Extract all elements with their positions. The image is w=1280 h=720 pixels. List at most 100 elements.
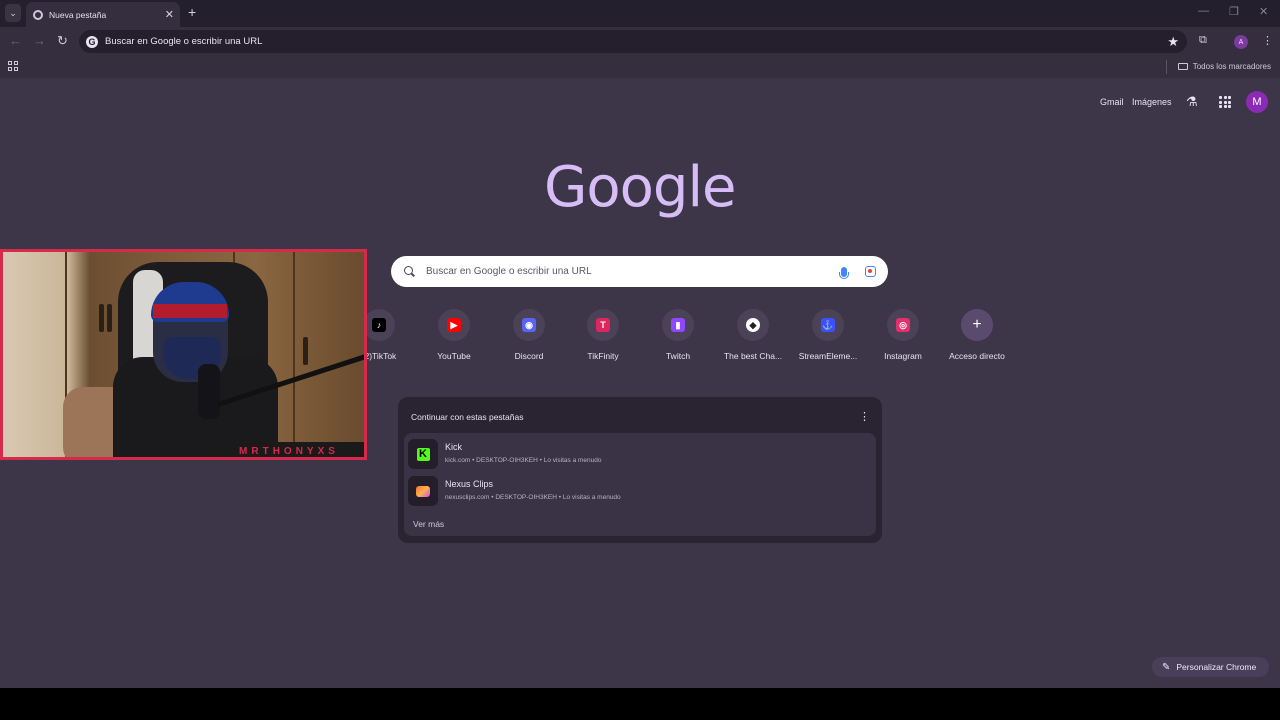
cabinet-handle <box>303 337 308 365</box>
ntp-search-box[interactable]: Buscar en Google o escribir una URL <box>391 256 888 287</box>
shortcut-tile[interactable]: + Acceso directo <box>942 309 1012 361</box>
shortcut-icon-circle: T <box>587 309 619 341</box>
all-bookmarks-button[interactable]: Todos los marcadores <box>1177 62 1271 71</box>
chrome-window: ⌄ Nueva pestaña ✕ + — ❐ ✕ ← → ↻ G Buscar… <box>0 0 1280 688</box>
close-icon[interactable]: ✕ <box>165 8 174 21</box>
shortcut-tile[interactable]: T TikFinity <box>568 309 638 361</box>
continue-panel-title: Continuar con estas pestañas <box>411 412 524 422</box>
bottom-black-bar <box>0 688 1280 720</box>
webcam-overlay: MRTHONYXS <box>0 249 367 460</box>
address-bar-text: Buscar en Google o escribir una URL <box>105 36 263 47</box>
search-placeholder: Buscar en Google o escribir una URL <box>426 266 592 277</box>
shortcut-label: StreamEleme... <box>798 351 858 361</box>
shortcut-icon-circle: ▮ <box>662 309 694 341</box>
shortcut-icon-circle: ♪ <box>363 309 395 341</box>
twitch-icon: ▮ <box>671 318 685 332</box>
tikfinity-icon: T <box>596 318 610 332</box>
address-bar[interactable]: G Buscar en Google o escribir una URL ★ <box>79 30 1187 53</box>
panel-menu-icon[interactable]: ⋮ <box>859 410 870 423</box>
streamer-nameplate: MRTHONYXS <box>208 442 364 457</box>
plus-icon: + <box>972 316 982 333</box>
nexus-favicon <box>408 476 438 506</box>
streamelements-icon: ⚓ <box>821 318 835 332</box>
shortcut-tile[interactable]: ▶ YouTube <box>419 309 489 361</box>
instagram-icon: ◎ <box>896 318 910 332</box>
shortcut-icon-circle: + <box>961 309 993 341</box>
microphone <box>198 364 220 419</box>
shortcut-icon-circle: ◉ <box>513 309 545 341</box>
customize-chrome-button[interactable]: ✎ Personalizar Chrome <box>1152 657 1269 677</box>
google-logo: Google <box>544 155 736 220</box>
see-more-link[interactable]: Ver más <box>413 519 444 529</box>
window-close-button[interactable]: ✕ <box>1259 5 1268 18</box>
more-menu-icon[interactable]: ⋮ <box>1262 34 1273 47</box>
back-button[interactable]: ← <box>9 33 22 49</box>
shortcut-label: TikFinity <box>587 351 619 361</box>
tiktok-icon: ♪ <box>372 318 386 332</box>
shortcut-label: Twitch <box>665 351 691 361</box>
forward-button[interactable]: → <box>33 33 46 49</box>
kick-favicon: K <box>408 439 438 469</box>
nexus-clips-icon <box>416 485 430 497</box>
shortcut-label: The best Cha... <box>723 351 783 361</box>
tab-strip: ⌄ Nueva pestaña ✕ + — ❐ ✕ <box>0 0 1280 27</box>
continue-item-meta: nexusclips.com • DESKTOP-OIH3KEH • Lo vi… <box>445 494 621 501</box>
apps-icon[interactable] <box>8 61 18 71</box>
cabinet-handle <box>99 304 104 332</box>
shortcut-icon-circle: ◎ <box>887 309 919 341</box>
continue-item-kick[interactable]: K Kick kick.com • DESKTOP-OIH3KEH • Lo v… <box>408 436 872 469</box>
discord-icon: ◉ <box>522 318 536 332</box>
continue-list: K Kick kick.com • DESKTOP-OIH3KEH • Lo v… <box>404 433 876 536</box>
reload-button[interactable]: ↻ <box>57 33 68 49</box>
continue-item-nexus-clips[interactable]: Nexus Clips nexusclips.com • DESKTOP-OIH… <box>408 473 872 506</box>
shortcut-tile[interactable]: ▮ Twitch <box>643 309 713 361</box>
toolbar: ← → ↻ G Buscar en Google o escribir una … <box>0 27 1280 56</box>
cabinet-line <box>293 252 295 457</box>
beanie-pattern <box>153 304 227 318</box>
voice-search-icon[interactable] <box>839 266 849 279</box>
restore-button[interactable]: ❐ <box>1229 5 1239 18</box>
shortcut-tile[interactable]: ◆ The best Cha... <box>718 309 788 361</box>
gmail-link[interactable]: Gmail <box>1100 97 1124 107</box>
chrome-icon <box>33 9 43 20</box>
folder-icon <box>1177 63 1188 70</box>
pencil-icon: ✎ <box>1162 661 1171 673</box>
shortcut-tile[interactable]: ◎ Instagram <box>868 309 938 361</box>
shortcut-icon-circle: ⚓ <box>812 309 844 341</box>
profile-button[interactable]: A <box>1234 35 1248 49</box>
bookmark-star-icon[interactable]: ★ <box>1167 34 1179 50</box>
shortcut-label: Instagram <box>884 351 922 361</box>
continue-tabs-panel: Continuar con estas pestañas ⋮ K Kick ki… <box>398 397 882 543</box>
shortcut-label: YouTube <box>437 351 471 361</box>
shortcut-label: Discord <box>514 351 544 361</box>
extensions-icon[interactable]: ⧉ <box>1199 34 1207 47</box>
shortcut-tile[interactable]: ◉ Discord <box>494 309 564 361</box>
customize-label: Personalizar Chrome <box>1176 662 1257 672</box>
kick-icon: K <box>416 447 430 461</box>
tab-search-button[interactable]: ⌄ <box>5 4 21 22</box>
all-bookmarks-label: Todos los marcadores <box>1192 62 1271 71</box>
images-link[interactable]: Imágenes <box>1132 97 1172 107</box>
shortcut-icon-circle: ▶ <box>438 309 470 341</box>
continue-item-name: Nexus Clips <box>445 479 494 489</box>
shortcut-label: Acceso directo <box>949 351 1005 361</box>
bookmarks-divider <box>1166 60 1167 74</box>
shortcut-icon-circle: ◆ <box>737 309 769 341</box>
chatbot-icon: ◆ <box>746 318 760 332</box>
google-lens-icon[interactable] <box>865 266 876 277</box>
minimize-button[interactable]: — <box>1198 5 1209 17</box>
new-tab-button[interactable]: + <box>188 5 196 19</box>
labs-flask-icon[interactable]: ⚗ <box>1186 94 1198 110</box>
cabinet-handle <box>107 304 112 332</box>
google-apps-icon[interactable] <box>1219 96 1231 108</box>
continue-item-name: Kick <box>445 442 463 452</box>
streamer-name: MRTHONYXS <box>239 445 339 457</box>
tab-new-tab[interactable]: Nueva pestaña ✕ <box>26 2 180 27</box>
shortcut-tile[interactable]: ⚓ StreamEleme... <box>793 309 863 361</box>
continue-item-meta: kick.com • DESKTOP-OIH3KEH • Lo visitas … <box>445 457 602 464</box>
youtube-icon: ▶ <box>447 318 461 332</box>
bookmarks-bar: Todos los marcadores <box>0 56 1280 78</box>
tab-title: Nueva pestaña <box>49 9 107 20</box>
chevron-down-icon: ⌄ <box>9 7 17 18</box>
account-avatar[interactable]: M <box>1246 91 1268 113</box>
